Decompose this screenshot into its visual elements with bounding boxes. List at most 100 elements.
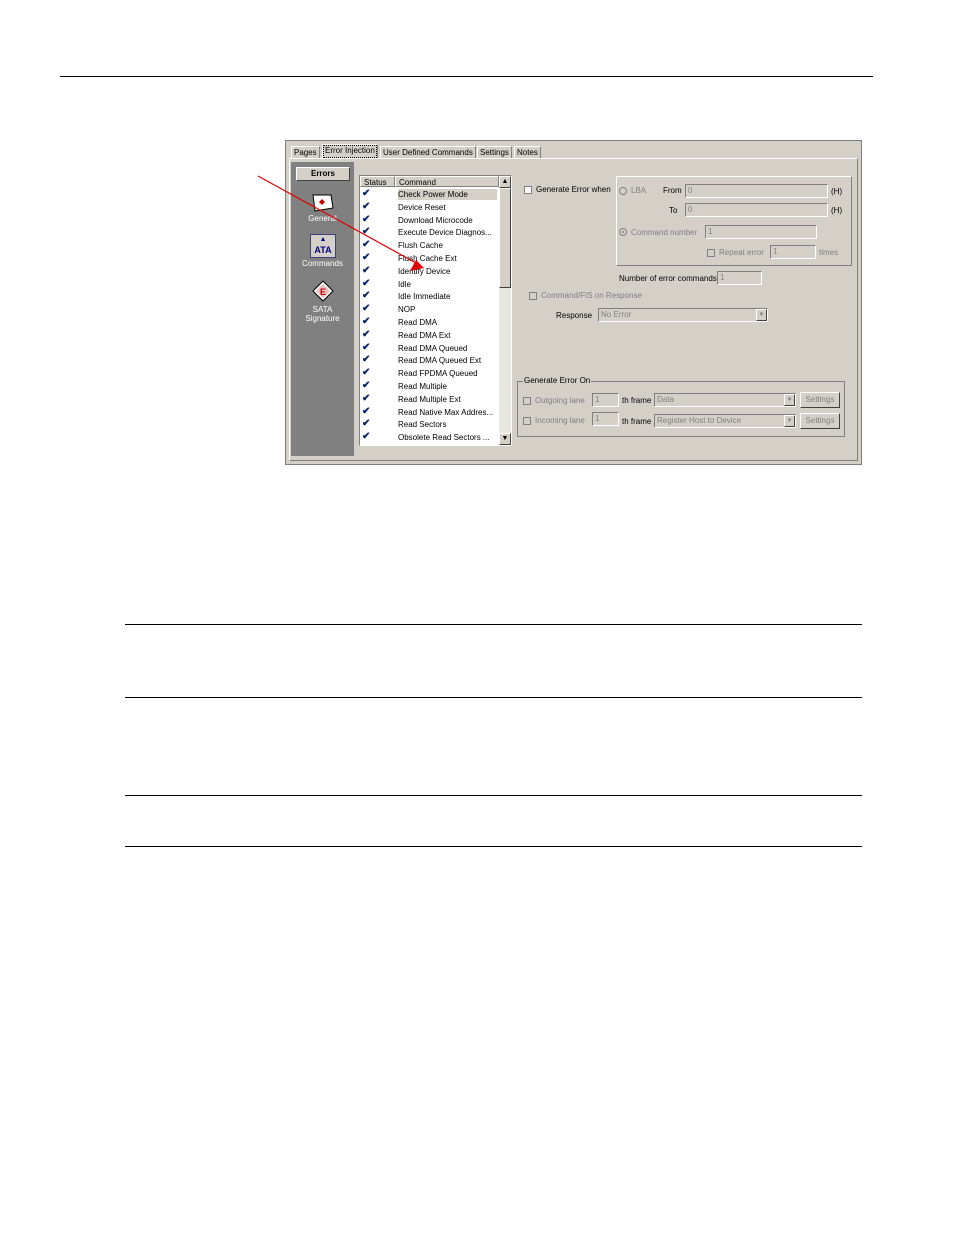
sidebar-item-general[interactable]: General (291, 192, 354, 223)
chevron-down-icon[interactable]: ▼ (756, 309, 767, 321)
list-item[interactable]: ✔ Identify Device (360, 265, 499, 278)
list-item[interactable]: ✔ Read Sectors (360, 418, 499, 431)
lba-from-field[interactable]: 0 (685, 184, 828, 198)
checkmark-icon: ✔ (362, 303, 371, 315)
to-hex-suffix: (H) (831, 206, 843, 215)
checkmark-icon: ✔ (362, 418, 371, 430)
outgoing-lane-label: Outgoing lane (535, 396, 585, 405)
checkmark-icon: ✔ (362, 341, 371, 353)
outgoing-frame-dropdown[interactable]: Data ▼ (654, 393, 796, 407)
to-label: To (669, 206, 678, 215)
from-hex-suffix: (H) (831, 187, 843, 196)
list-item[interactable]: ✔ Obsolete Read Sectors ... (360, 431, 499, 444)
checkmark-icon: ✔ (362, 252, 371, 263)
list-item[interactable]: ✔ NOP (360, 303, 499, 316)
table-rule-1 (125, 624, 862, 625)
command-name: Execute Device Diagnos... (398, 228, 492, 238)
column-header-command[interactable]: Command (395, 176, 499, 187)
command-list[interactable]: Status Command ✔ Check Power Mode ✔ Device … (359, 175, 512, 446)
command-name: Read DMA Ext (398, 330, 451, 340)
command-name: Flush Cache Ext (398, 254, 457, 263)
list-item[interactable]: ✔ Read DMA (360, 316, 499, 329)
list-item[interactable]: ✔ Read Native Max Addres... (360, 406, 499, 419)
command-name: Check Power Mode (398, 189, 497, 200)
errors-sidebar: Errors General ATA Commands E SATA Signa… (291, 162, 354, 456)
command-number-radio[interactable] (619, 228, 627, 236)
checkmark-icon: ✔ (362, 316, 371, 327)
from-label: From (663, 186, 682, 195)
command-number-field[interactable]: 1 (705, 225, 817, 239)
sidebar-item-commands-label: Commands (302, 259, 343, 268)
scroll-thumb[interactable] (499, 188, 511, 288)
command-fis-checkbox[interactable] (529, 292, 537, 300)
list-item[interactable]: ✔ Check Power Mode (360, 188, 499, 201)
table-rule-4 (125, 846, 862, 847)
chevron-down-icon[interactable]: ▼ (784, 415, 795, 427)
incoming-lane-label: Incoming lane (535, 416, 585, 425)
incoming-settings-button[interactable]: Settings (800, 413, 840, 429)
errors-header-button[interactable]: Errors (296, 167, 350, 181)
incoming-frame-dropdown[interactable]: Register Host to Device ▼ (654, 414, 796, 428)
checkmark-icon: ✔ (362, 392, 371, 404)
lba-to-field[interactable]: 0 (685, 203, 828, 217)
response-dropdown[interactable]: No Error ▼ (598, 308, 768, 322)
general-icon (311, 192, 335, 214)
command-name: Read DMA Queued (398, 343, 468, 353)
chevron-down-icon[interactable]: ▼ (784, 394, 795, 406)
outgoing-lane-field[interactable]: 1 (592, 393, 619, 407)
scroll-up-button[interactable]: ▲ (499, 176, 511, 188)
command-name: Download Microcode (398, 215, 473, 225)
tab-error-injection[interactable]: Error Injection (322, 144, 378, 159)
checkmark-icon: ✔ (362, 200, 371, 212)
command-list-scrollbar[interactable]: ▲ ▼ (499, 176, 511, 445)
command-name: Read DMA (398, 318, 438, 327)
incoming-lane-field[interactable]: 1 (592, 412, 619, 426)
incoming-lane-checkbox[interactable] (523, 417, 531, 425)
list-item[interactable]: ✔ Read FPDMA Queued (360, 367, 499, 380)
ata-icon: ATA (309, 234, 336, 258)
column-header-status[interactable]: Status (360, 176, 395, 187)
outgoing-frame-value: Data (657, 395, 674, 404)
scroll-down-button[interactable]: ▼ (499, 433, 511, 445)
command-name: Identify Device (398, 266, 451, 276)
repeat-error-checkbox[interactable] (707, 249, 715, 257)
list-item[interactable]: ✔ Device Reset (360, 201, 499, 214)
list-item[interactable]: ✔ Read Multiple Ext (360, 393, 499, 406)
list-item[interactable]: ✔ Read DMA Queued Ext (360, 354, 499, 367)
num-error-commands-field[interactable]: 1 (717, 271, 762, 285)
generate-error-on-title: Generate Error On (523, 376, 592, 386)
sidebar-item-sata-signature[interactable]: E SATA Signature (291, 280, 354, 323)
list-item[interactable]: ✔ Flush Cache (360, 239, 499, 252)
sidebar-item-sata-label-2: Signature (305, 314, 340, 323)
generate-error-on-group: Generate Error On (517, 376, 845, 437)
command-name: Read Native Max Addres... (398, 407, 494, 417)
checkmark-icon: ✔ (362, 277, 371, 289)
command-name: Obsolete Read Sectors ... (398, 433, 490, 443)
generate-error-when-checkbox[interactable] (524, 186, 532, 194)
repeat-error-field[interactable]: 1 (770, 245, 816, 259)
command-fis-label: Command/FIS on Response (541, 291, 642, 300)
checkmark-icon: ✔ (362, 290, 371, 302)
list-item[interactable]: ✔ Idle (360, 278, 499, 291)
outgoing-settings-button[interactable]: Settings (800, 392, 840, 408)
list-item[interactable]: ✔ Read DMA Ext (360, 329, 499, 342)
lba-radio[interactable] (619, 187, 627, 195)
list-item[interactable]: ✔ Execute Device Diagnos... (360, 226, 499, 239)
command-name: Device Reset (398, 202, 446, 212)
sidebar-item-commands[interactable]: ATA Commands (291, 234, 354, 268)
list-item[interactable]: ✔ Flush Cache Ext (360, 252, 499, 265)
list-item[interactable]: ✔ Download Microcode (360, 214, 499, 227)
command-name: Read Multiple Ext (398, 394, 461, 404)
command-name: Read Sectors (398, 420, 447, 430)
list-item[interactable]: ✔ Idle Immediate (360, 290, 499, 303)
checkmark-icon: ✔ (362, 264, 371, 276)
response-value: No Error (601, 310, 632, 319)
command-name: Idle Immediate (398, 292, 451, 302)
checkmark-icon: ✔ (362, 239, 371, 251)
checkmark-icon: ✔ (362, 431, 371, 443)
svg-text:ATA: ATA (314, 245, 332, 255)
outgoing-lane-checkbox[interactable] (523, 397, 531, 405)
list-item[interactable]: ✔ Read Multiple (360, 380, 499, 393)
sata-signature-icon: E (311, 280, 335, 302)
list-item[interactable]: ✔ Read DMA Queued (360, 342, 499, 355)
